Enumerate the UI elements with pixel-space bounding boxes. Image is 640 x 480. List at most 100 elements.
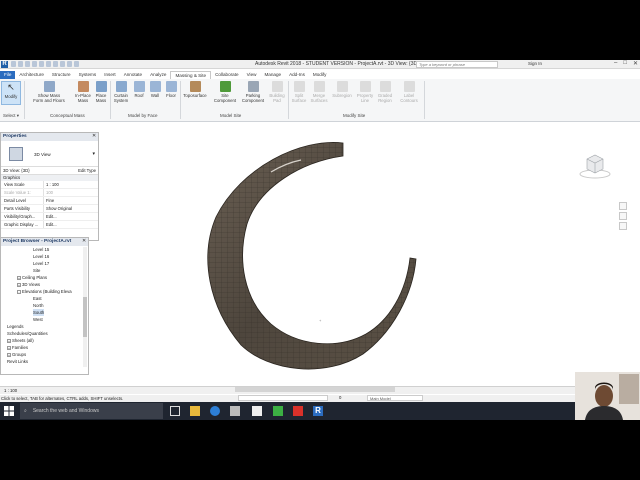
search-input[interactable]: Type a keyword or phrase bbox=[416, 61, 498, 68]
steering-wheel-icon[interactable] bbox=[619, 202, 627, 210]
zoom-icon[interactable] bbox=[619, 212, 627, 220]
property-line-button[interactable]: Property Line bbox=[354, 81, 376, 103]
design-option-dropdown[interactable]: Main Model bbox=[367, 395, 423, 401]
expand-icon[interactable]: + bbox=[7, 352, 11, 357]
type-selector[interactable]: 3D View ▾ bbox=[1, 141, 98, 167]
property-row[interactable]: Detail Level Fine bbox=[1, 197, 98, 205]
sync-icon[interactable] bbox=[25, 61, 30, 67]
maximize-icon[interactable]: □ bbox=[623, 60, 627, 67]
property-row[interactable]: Visibility/Graph... Edit... bbox=[1, 213, 98, 221]
browser-item[interactable]: + Ceiling Plans bbox=[17, 274, 47, 281]
chevron-down-icon[interactable]: ▾ bbox=[92, 151, 95, 157]
browser-item[interactable]: +3D Views bbox=[17, 281, 40, 288]
browser-item[interactable]: + Sheets (all) bbox=[7, 337, 34, 344]
browser-item[interactable]: + Families bbox=[7, 344, 28, 351]
undo-icon[interactable] bbox=[32, 61, 37, 67]
tab-add-ins[interactable]: Add-Ins bbox=[285, 71, 309, 79]
tab-view[interactable]: View bbox=[243, 71, 261, 79]
3d-viewport[interactable]: + bbox=[101, 132, 638, 387]
open-icon[interactable] bbox=[11, 61, 16, 67]
property-row[interactable]: View Scale 1 : 100 bbox=[1, 181, 98, 189]
expand-icon[interactable]: + bbox=[17, 282, 21, 287]
browser-item[interactable]: Site bbox=[33, 267, 40, 274]
browser-item[interactable]: Level 17 bbox=[33, 260, 49, 267]
floor-button[interactable]: Floor bbox=[160, 81, 182, 98]
windows-start-icon[interactable] bbox=[4, 406, 14, 416]
property-row[interactable]: Graphic Display ... Edit... bbox=[1, 221, 98, 229]
revit-taskbar-icon[interactable]: R bbox=[313, 406, 323, 416]
site-component-button[interactable]: Site Component bbox=[212, 81, 238, 103]
tab-structure[interactable]: Structure bbox=[48, 71, 75, 79]
graded-region-button[interactable]: Graded Region bbox=[374, 81, 396, 103]
edit-type-button[interactable]: Edit Type bbox=[78, 167, 96, 175]
tab-analyze[interactable]: Analyze bbox=[146, 71, 170, 79]
browser-item[interactable]: South bbox=[33, 309, 45, 316]
collapse-icon[interactable]: - bbox=[17, 289, 21, 294]
tab-massing-site[interactable]: Massing & Site bbox=[170, 71, 212, 79]
workset-box[interactable] bbox=[238, 395, 328, 401]
property-row[interactable]: Parts Visibility Show Original bbox=[1, 205, 98, 213]
property-value[interactable]: Fine bbox=[43, 197, 98, 204]
split-surface-button[interactable]: Split Surface bbox=[288, 81, 310, 103]
instance-filter[interactable]: 3D View: {3D} Edit Type bbox=[1, 167, 98, 175]
select-dropdown[interactable]: Select ▾ bbox=[3, 113, 19, 119]
mass-model-canvas[interactable]: + bbox=[101, 132, 638, 387]
store-icon[interactable] bbox=[230, 406, 240, 416]
property-edit-button[interactable]: Edit... bbox=[43, 213, 98, 220]
close-icon[interactable]: ✕ bbox=[82, 238, 86, 246]
edge-icon[interactable] bbox=[210, 406, 220, 416]
modify-button[interactable]: ↖ Modify bbox=[1, 81, 21, 105]
camtasia-icon[interactable] bbox=[273, 406, 283, 416]
browser-scrollbar[interactable] bbox=[83, 247, 87, 367]
task-view-icon[interactable] bbox=[170, 406, 180, 416]
crescent-mass[interactable] bbox=[191, 132, 431, 387]
tab-collaborate[interactable]: Collaborate bbox=[211, 71, 243, 79]
file-explorer-icon[interactable] bbox=[190, 406, 200, 416]
print-icon[interactable] bbox=[46, 61, 51, 67]
recorder-icon[interactable] bbox=[293, 406, 303, 416]
save-icon[interactable] bbox=[18, 61, 23, 67]
building-pad-button[interactable]: Building Pad bbox=[266, 81, 288, 103]
tab-file[interactable]: File bbox=[0, 71, 16, 79]
merge-surfaces-button[interactable]: Merge Surfaces bbox=[308, 81, 330, 103]
expand-icon[interactable]: + bbox=[7, 345, 11, 350]
show-mass-button[interactable]: Show Mass Form and Floors bbox=[30, 81, 68, 103]
tab-architecture[interactable]: Architecture bbox=[15, 71, 48, 79]
view-scale[interactable]: 1 : 100 bbox=[4, 388, 17, 393]
3d-view-icon[interactable] bbox=[67, 61, 72, 67]
toposurface-button[interactable]: Toposurface bbox=[182, 81, 208, 98]
browser-item[interactable]: Legends bbox=[7, 323, 24, 330]
tab-annotate[interactable]: Annotate bbox=[120, 71, 146, 79]
expand-icon[interactable]: + bbox=[7, 338, 11, 343]
browser-item[interactable]: West bbox=[33, 316, 43, 323]
property-value[interactable]: Show Original bbox=[43, 205, 98, 212]
close-icon[interactable]: ✕ bbox=[92, 133, 96, 141]
pan-icon[interactable] bbox=[619, 222, 627, 230]
browser-item[interactable]: North bbox=[33, 302, 44, 309]
subregion-button[interactable]: Subregion bbox=[330, 81, 354, 98]
tab-manage[interactable]: Manage bbox=[260, 71, 285, 79]
scroll-thumb[interactable] bbox=[83, 297, 87, 337]
place-mass-button[interactable]: Place Mass bbox=[90, 81, 112, 103]
browser-item[interactable]: Revit Links bbox=[7, 358, 28, 365]
revit-logo-icon[interactable]: R bbox=[1, 61, 8, 68]
tab-insert[interactable]: Insert bbox=[100, 71, 120, 79]
browser-item[interactable]: - Elevations (Building Eleva bbox=[17, 288, 72, 295]
viewcube[interactable] bbox=[578, 147, 612, 183]
minimize-icon[interactable]: – bbox=[614, 60, 617, 67]
property-value[interactable]: 1 : 100 bbox=[43, 181, 98, 188]
photos-icon[interactable] bbox=[252, 406, 262, 416]
browser-item[interactable]: Level 16 bbox=[33, 253, 49, 260]
browser-item[interactable]: East bbox=[33, 295, 42, 302]
redo-icon[interactable] bbox=[39, 61, 44, 67]
tab-modify[interactable]: Modify bbox=[309, 71, 331, 79]
measure-icon[interactable] bbox=[53, 61, 58, 67]
property-edit-button[interactable]: Edit... bbox=[43, 221, 98, 228]
section-icon[interactable] bbox=[74, 61, 79, 67]
horizontal-scrollbar[interactable] bbox=[235, 387, 395, 392]
browser-item[interactable]: Level 15 bbox=[33, 246, 49, 253]
label-contours-button[interactable]: Label Contours bbox=[398, 81, 420, 103]
parking-component-button[interactable]: Parking Component bbox=[240, 81, 266, 103]
tab-systems[interactable]: Systems bbox=[75, 71, 101, 79]
browser-item[interactable]: Schedules/Quantities bbox=[7, 330, 48, 337]
